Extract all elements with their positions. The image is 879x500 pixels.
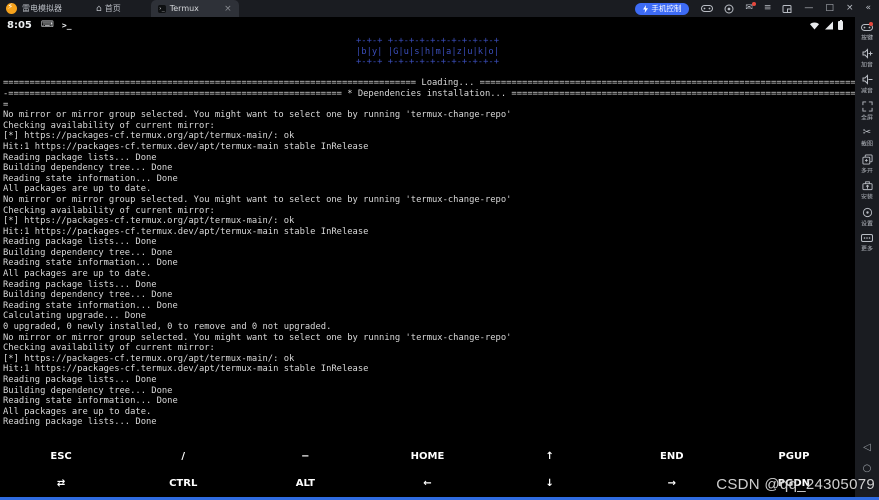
settings-icon [862, 207, 872, 217]
key-end[interactable]: END [611, 443, 733, 470]
sidebar-item-multi-instance[interactable]: 多开 [860, 153, 874, 176]
mail-icon[interactable]: ✉ [745, 2, 756, 13]
emulator-sidebar: 按键 加音 减音 全屏 ✂ 截图 多开 安装 设置 更多 ◁ ○ [855, 17, 879, 500]
emulator-brand: 雷电模拟器 [22, 4, 62, 13]
terminal-output: ========================================… [3, 78, 855, 428]
emulator-titlebar: 雷电模拟器 ⌂ 首页 ›_ Termux × 手机控制 [0, 0, 879, 17]
extra-keys-row-1: ESC / − HOME ↑ END PGUP [0, 443, 855, 470]
gamepad-icon[interactable] [701, 4, 714, 13]
key-esc[interactable]: ESC [0, 443, 122, 470]
maximize-button[interactable]: □ [825, 4, 834, 13]
install-apk-icon [861, 181, 873, 191]
volume-up-icon [862, 47, 872, 59]
nav-back-button[interactable]: ◁ [863, 443, 871, 453]
key-pgup[interactable]: PGUP [733, 443, 855, 470]
sidebar-item-label: 按键 [861, 34, 873, 42]
sidebar-item-keymap[interactable]: 按键 [860, 22, 874, 43]
key-tab[interactable]: ⇄ [0, 470, 122, 497]
key-ctrl[interactable]: CTRL [122, 470, 244, 497]
android-nav-buttons: ◁ ○ [863, 443, 872, 500]
phone-control-label: 手机控制 [651, 4, 682, 13]
menu-icon[interactable]: ≡ [764, 4, 772, 13]
nav-home-button[interactable]: ○ [863, 464, 872, 474]
android-display: 8:05 ⌨ >_ +-+-+ +-+-+-+-+-+-+-+-+-+-+ |b… [0, 17, 855, 500]
collapse-sidebar-button[interactable]: « [865, 4, 871, 13]
key-home[interactable]: HOME [366, 443, 488, 470]
home-icon: ⌂ [96, 3, 102, 14]
extra-keys-bar: ESC / − HOME ↑ END PGUP ⇄ CTRL ALT ← ↓ →… [0, 443, 855, 497]
key-up[interactable]: ↑ [489, 443, 611, 470]
termux-notification-icon: >_ [61, 20, 72, 30]
sidebar-item-settings[interactable]: 设置 [860, 207, 874, 229]
tab-termux-label: Termux [169, 4, 199, 13]
tab-termux[interactable]: ›_ Termux × [150, 0, 239, 17]
extra-keys-row-2: ⇄ CTRL ALT ← ↓ → PGDN [0, 470, 855, 497]
sidebar-item-volume-down[interactable]: 减音 [860, 74, 874, 96]
wifi-icon [810, 22, 819, 29]
sidebar-item-label: 减音 [861, 87, 873, 95]
tab-close-icon[interactable]: × [224, 4, 232, 14]
phone-control-button[interactable]: 手机控制 [635, 2, 690, 15]
key-pgdn[interactable]: PGDN [733, 470, 855, 497]
android-statusbar: 8:05 ⌨ >_ [0, 17, 855, 33]
key-down[interactable]: ↓ [489, 470, 611, 497]
minimize-button[interactable]: — [804, 4, 813, 13]
sidebar-item-more[interactable]: 更多 [860, 233, 874, 254]
lightning-icon [643, 4, 649, 13]
sidebar-item-label: 截图 [861, 140, 873, 148]
fullscreen-icon [861, 100, 873, 112]
sidebar-item-label: 安装 [861, 193, 873, 201]
keyboard-icon: ⌨ [40, 20, 54, 30]
sidebar-item-screenshot[interactable]: ✂ 截图 [860, 127, 874, 149]
key-minus[interactable]: − [244, 443, 366, 470]
sidebar-item-label: 多开 [861, 167, 873, 174]
sidebar-item-label: 全屏 [861, 114, 873, 121]
key-left[interactable]: ← [366, 470, 488, 497]
terminal-area[interactable]: +-+-+ +-+-+-+-+-+-+-+-+-+-+ |b|y| |G|u|s… [0, 33, 855, 443]
multi-instance-icon [861, 153, 873, 165]
record-icon[interactable] [724, 4, 734, 14]
signal-icon [825, 21, 833, 29]
tab-home[interactable]: ⌂ 首页 [96, 3, 121, 14]
sidebar-item-fullscreen[interactable]: 全屏 [860, 100, 874, 123]
key-slash[interactable]: / [122, 443, 244, 470]
volume-down-icon [862, 74, 872, 85]
notification-badge [869, 22, 873, 26]
emulator-window: 雷电模拟器 ⌂ 首页 ›_ Termux × 手机控制 [0, 0, 879, 500]
capture-icon[interactable] [782, 4, 792, 14]
ldplayer-logo-icon [6, 2, 17, 14]
sidebar-item-volume-up[interactable]: 加音 [860, 47, 874, 70]
sidebar-item-install-apk[interactable]: 安装 [860, 180, 874, 202]
tab-home-label: 首页 [104, 4, 121, 13]
more-icon [861, 234, 873, 242]
sidebar-item-label: 更多 [861, 245, 873, 253]
termux-banner: +-+-+ +-+-+-+-+-+-+-+-+-+-+ |b|y| |G|u|s… [356, 36, 499, 68]
sidebar-item-label: 设置 [861, 220, 873, 227]
close-button[interactable]: × [846, 4, 854, 13]
mail-badge [751, 2, 756, 6]
clock-label: 8:05 [7, 19, 32, 31]
screenshot-icon: ✂ [862, 127, 872, 138]
battery-icon [838, 19, 843, 30]
key-alt[interactable]: ALT [244, 470, 366, 497]
sidebar-item-label: 加音 [861, 61, 873, 68]
termux-app-icon: ›_ [157, 4, 166, 13]
key-right[interactable]: → [611, 470, 733, 497]
